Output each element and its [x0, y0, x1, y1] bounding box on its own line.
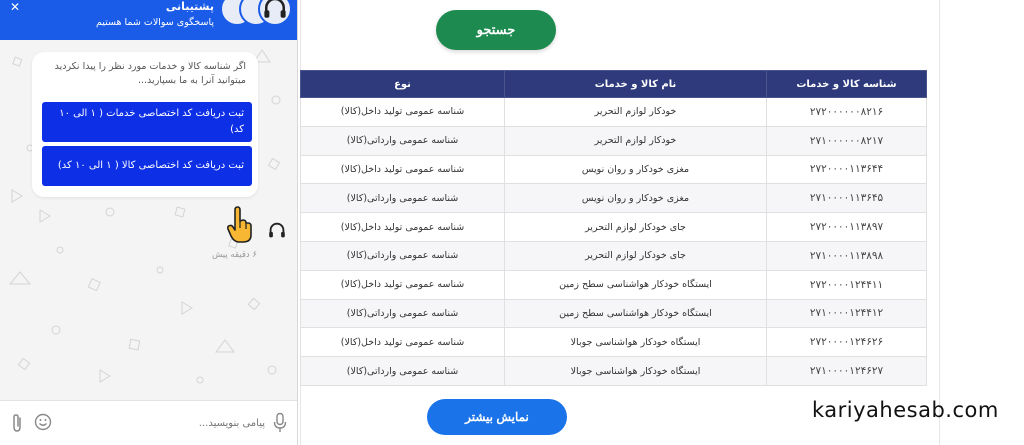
cell-type: شناسه عمومی وارداتی(کالا)	[300, 356, 505, 386]
cell-code: ۲۷۱۰۰۰۰۱۱۳۶۴۵	[766, 183, 927, 214]
table-row: ۲۷۲۰۰۰۰۱۲۴۶۲۶ ایستگاه خودکار هواشناسی جوب…	[300, 327, 927, 358]
watermark: kariyahesab.com	[812, 398, 999, 422]
hand-pointer-icon	[226, 206, 252, 243]
cell-name: جای خودکار لوازم التحریر	[504, 212, 767, 242]
avatar	[258, 0, 292, 26]
cell-name: ایستگاه خودکار هواشناسی جوبالا	[504, 327, 767, 358]
cell-type: شناسه عمومی تولید داخل(کالا)	[300, 212, 505, 242]
cell-type: شناسه عمومی وارداتی(کالا)	[300, 240, 505, 271]
cell-code: ۲۷۲۰۰۰۰۰۰۸۲۱۶	[766, 97, 927, 127]
cell-name: خودکار لوازم التحریر	[504, 97, 767, 127]
cell-type: شناسه عمومی تولید داخل(کالا)	[300, 327, 505, 358]
chat-message-input[interactable]	[60, 412, 265, 434]
cell-code: ۲۷۱۰۰۰۰۰۰۸۲۱۷	[766, 125, 927, 156]
chat-message-text: اگر شناسه کالا و خدمات مورد نظر را پیدا …	[54, 61, 246, 86]
cell-name: ایستگاه خودکار هواشناسی سطح زمین	[504, 298, 767, 329]
cell-code: ۲۷۱۰۰۰۰۱۲۴۴۱۲	[766, 298, 927, 329]
column-header-code: شناسه کالا و خدمات	[766, 70, 927, 98]
table-row: ۲۷۱۰۰۰۰۱۲۴۶۲۷ ایستگاه خودکار هواشناسی جوب…	[300, 356, 927, 386]
cell-name: ایستگاه خودکار هواشناسی جوبالا	[504, 356, 767, 386]
cell-code: ۲۷۱۰۰۰۰۱۲۴۶۲۷	[766, 356, 927, 386]
chat-widget: پشتیبانی پاسخگوی سوالات شما هستیم ✕ اگر …	[0, 0, 298, 445]
search-button[interactable]: جستجو	[436, 10, 556, 50]
show-more-button[interactable]: نمایش بیشتر	[427, 399, 567, 435]
chat-header: پشتیبانی پاسخگوی سوالات شما هستیم ✕	[0, 0, 297, 40]
emoji-icon[interactable]	[34, 413, 52, 431]
agent-avatars	[220, 0, 292, 28]
paperclip-icon[interactable]	[8, 413, 26, 433]
cell-name: مغزی خودکار و روان نویس	[504, 183, 767, 214]
cell-type: شناسه عمومی تولید داخل(کالا)	[300, 97, 505, 127]
chat-title: پشتیبانی	[165, 0, 214, 13]
cell-name: جای خودکار لوازم التحریر	[504, 240, 767, 271]
table-row: ۲۷۲۰۰۰۰۱۱۳۶۴۴ مغزی خودکار و روان نویس شناس…	[300, 154, 927, 185]
cell-type: شناسه عمومی وارداتی(کالا)	[300, 298, 505, 329]
table-row: ۲۷۲۰۰۰۰۰۰۸۲۱۶ خودکار لوازم التحریر شناسه ع…	[300, 97, 927, 127]
cell-code: ۲۷۲۰۰۰۰۱۱۳۸۹۷	[766, 212, 927, 242]
cell-name: ایستگاه خودکار هواشناسی سطح زمین	[504, 269, 767, 300]
table-row: ۲۷۱۰۰۰۰۱۱۳۸۹۸ جای خودکار لوازم التحریر شنا…	[300, 240, 927, 271]
cell-type: شناسه عمومی وارداتی(کالا)	[300, 125, 505, 156]
table-header-row: شناسه کالا و خدمات نام کالا و خدمات نوع	[300, 70, 927, 98]
table-row: ۲۷۱۰۰۰۰۰۰۸۲۱۷ خودکار لوازم التحریر شناسه ع…	[300, 125, 927, 156]
cell-code: ۲۷۲۰۰۰۰۱۲۴۴۱۱	[766, 269, 927, 300]
screen: جستجو شناسه کالا و خدمات نام کالا و خدما…	[0, 0, 1024, 445]
table-row: ۲۷۲۰۰۰۰۱۱۳۸۹۷ جای خودکار لوازم التحریر شنا…	[300, 212, 927, 242]
column-header-name: نام کالا و خدمات	[504, 70, 767, 98]
chat-message-bubble: اگر شناسه کالا و خدمات مورد نظر را پیدا …	[32, 52, 258, 197]
column-header-type: نوع	[300, 70, 505, 98]
cell-name: مغزی خودکار و روان نویس	[504, 154, 767, 185]
table-row: ۲۷۱۰۰۰۰۱۱۳۶۴۵ مغزی خودکار و روان نویس شناس…	[300, 183, 927, 214]
cell-name: خودکار لوازم التحریر	[504, 125, 767, 156]
results-table: شناسه کالا و خدمات نام کالا و خدمات نوع …	[300, 70, 927, 386]
cell-code: ۲۷۲۰۰۰۰۱۲۴۶۲۶	[766, 327, 927, 358]
table-row: ۲۷۱۰۰۰۰۱۲۴۴۱۲ ایستگاه خودکار هواشناسی سطح…	[300, 298, 927, 329]
agent-headset-icon	[269, 222, 285, 238]
cell-type: شناسه عمومی وارداتی(کالا)	[300, 183, 505, 214]
cell-type: شناسه عمومی تولید داخل(کالا)	[300, 154, 505, 185]
cell-code: ۲۷۱۰۰۰۰۱۱۳۸۹۸	[766, 240, 927, 271]
chat-input-bar	[0, 400, 297, 445]
cell-type: شناسه عمومی تولید داخل(کالا)	[300, 269, 505, 300]
headset-icon	[264, 0, 286, 18]
message-time: ۶ دقیقه پیش	[211, 250, 257, 260]
close-icon[interactable]: ✕	[10, 0, 20, 14]
request-service-code-button[interactable]: ثبت دریافت کد اختصاصی خدمات ( ۱ الی ۱۰ ک…	[42, 102, 252, 142]
microphone-icon[interactable]	[272, 412, 288, 434]
chat-subtitle: پاسخگوی سوالات شما هستیم	[95, 17, 214, 28]
request-goods-code-button[interactable]: ثبت دریافت کد اختصاصی کالا ( ۱ الی ۱۰ کد…	[42, 146, 252, 186]
cell-code: ۲۷۲۰۰۰۰۱۱۳۶۴۴	[766, 154, 927, 185]
table-row: ۲۷۲۰۰۰۰۱۲۴۴۱۱ ایستگاه خودکار هواشناسی سطح…	[300, 269, 927, 300]
